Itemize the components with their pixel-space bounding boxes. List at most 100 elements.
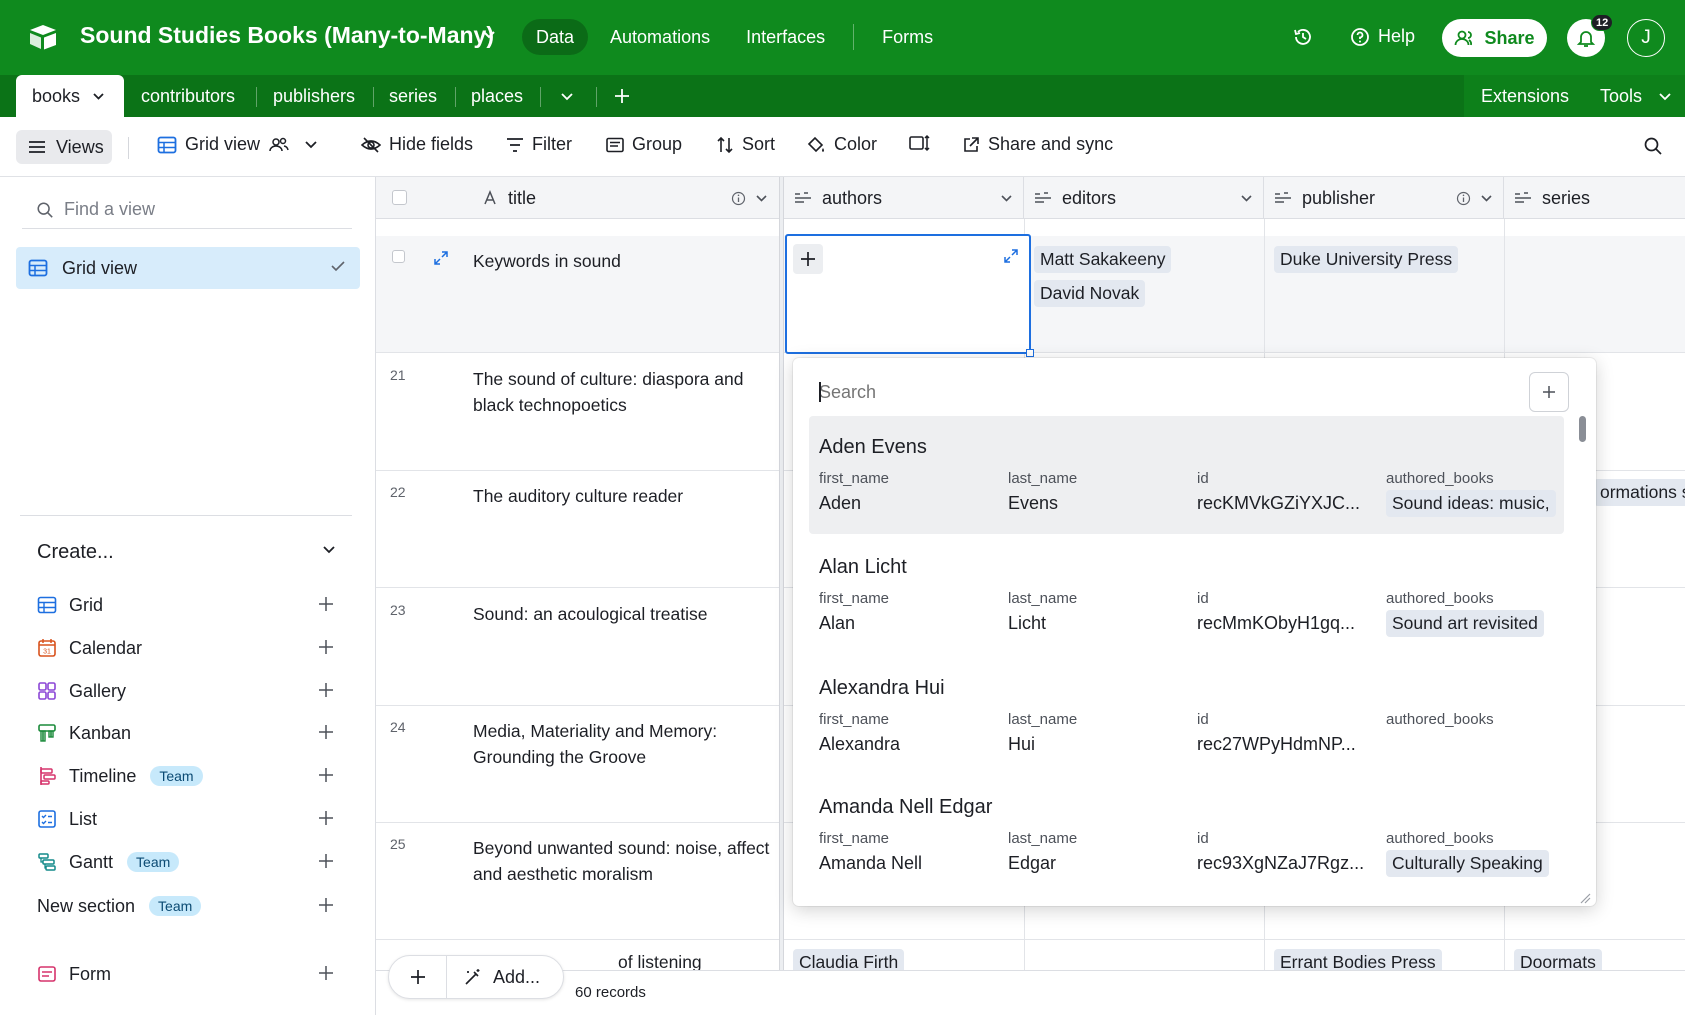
link-search-input[interactable] [819, 372, 1489, 412]
color-button[interactable]: Color [806, 134, 877, 155]
chevron-down-icon[interactable] [482, 30, 496, 40]
info-icon[interactable] [1456, 191, 1471, 206]
search-icon[interactable] [1643, 136, 1663, 156]
plus-icon[interactable] [317, 852, 335, 870]
extensions-button[interactable]: Extensions [1481, 86, 1569, 107]
create-calendar[interactable]: 31 Calendar [37, 633, 337, 663]
chevron-down-icon[interactable] [322, 545, 336, 554]
row-height-button[interactable] [909, 134, 931, 152]
row-title[interactable]: Sound: an acoulogical treatise [473, 601, 773, 627]
hide-fields-button[interactable]: Hide fields [361, 134, 473, 155]
select-all-checkbox[interactable] [392, 190, 407, 205]
help-button[interactable]: Help [1350, 26, 1415, 47]
create-kanban[interactable]: Kanban [37, 718, 337, 748]
chevron-down-icon[interactable] [1000, 194, 1013, 203]
row-title[interactable]: Beyond unwanted sound: noise, affect and… [473, 835, 773, 887]
share-button[interactable]: Share [1442, 19, 1547, 57]
create-grid[interactable]: Grid [37, 590, 337, 620]
linked-record-icon [795, 192, 811, 203]
field-value: Licht [1008, 613, 1047, 633]
plus-icon[interactable] [317, 681, 335, 699]
chevron-down-icon[interactable] [1240, 194, 1253, 203]
find-view-input[interactable]: Find a view [22, 191, 352, 229]
series-chip[interactable]: ormations s [1594, 479, 1685, 506]
create-new-section[interactable]: New section Team [37, 891, 337, 921]
record-option[interactable]: Alexandra Hui first_name last_name id au… [809, 657, 1564, 775]
create-form[interactable]: Form [37, 959, 337, 989]
nav-interfaces[interactable]: Interfaces [732, 19, 839, 55]
column-header-series[interactable]: series [1504, 177, 1685, 219]
tools-button[interactable]: Tools [1600, 86, 1642, 107]
plus-icon[interactable] [317, 809, 335, 827]
people-icon [1455, 30, 1473, 46]
create-section-title[interactable]: Create... [37, 541, 114, 564]
views-toggle-button[interactable]: Views [16, 130, 112, 164]
info-icon[interactable] [731, 191, 746, 206]
base-title[interactable]: Sound Studies Books (Many-to-Many) [80, 22, 494, 49]
row-title[interactable]: The sound of culture: diaspora and black… [473, 366, 773, 418]
plus-icon[interactable] [317, 766, 335, 784]
create-gantt[interactable]: Gantt Team [37, 847, 337, 877]
nav-forms[interactable]: Forms [868, 19, 947, 55]
tab-divider [540, 87, 541, 107]
create-list-label: List [69, 808, 98, 829]
view-switcher[interactable]: Grid view [157, 134, 318, 155]
column-header-authors[interactable]: authors [784, 177, 1024, 219]
tab-places[interactable]: places [471, 75, 523, 117]
expand-icon[interactable] [1003, 248, 1019, 264]
nav-automations[interactable]: Automations [596, 19, 724, 55]
plus-icon[interactable] [317, 723, 335, 741]
more-tables-chevron-icon[interactable] [560, 75, 574, 117]
tab-contributors[interactable]: contributors [141, 75, 235, 117]
fill-handle[interactable] [1026, 349, 1034, 357]
plus-icon[interactable] [317, 595, 335, 613]
chevron-down-icon[interactable] [1658, 92, 1672, 101]
chevron-down-icon[interactable] [755, 194, 768, 203]
plus-icon[interactable] [317, 896, 335, 914]
plus-icon[interactable] [317, 638, 335, 656]
sidebar-item-grid-view[interactable]: Grid view [16, 247, 360, 289]
selected-authors-cell[interactable] [785, 234, 1034, 357]
tab-publishers[interactable]: publishers [273, 75, 355, 117]
add-link-plus-icon[interactable] [793, 244, 823, 274]
row-title[interactable]: The auditory culture reader [473, 483, 773, 509]
plus-icon[interactable] [317, 964, 335, 982]
history-icon[interactable] [1292, 26, 1314, 48]
record-option[interactable]: Aden Evens first_name last_name id autho… [809, 416, 1564, 534]
editor-chip[interactable]: David Novak [1034, 280, 1146, 307]
tab-series[interactable]: series [389, 75, 437, 117]
field-label: id [1197, 470, 1209, 487]
sort-button[interactable]: Sort [716, 134, 775, 155]
chevron-down-icon[interactable] [92, 92, 105, 101]
add-table-plus-icon[interactable] [613, 75, 631, 117]
row-title[interactable]: Keywords in sound [473, 248, 773, 274]
tab-books[interactable]: books [16, 75, 124, 117]
resize-grip-icon[interactable] [1579, 892, 1591, 904]
create-timeline[interactable]: Timeline Team [37, 761, 337, 791]
group-button[interactable]: Group [606, 134, 682, 155]
create-list[interactable]: List [37, 804, 337, 834]
chevron-down-icon[interactable] [1480, 194, 1493, 203]
record-option[interactable]: Alan Licht first_name last_name id autho… [809, 536, 1564, 654]
column-header-editors[interactable]: editors [1024, 177, 1264, 219]
column-header-publisher[interactable]: publisher [1264, 177, 1504, 219]
record-option[interactable]: Amanda Nell Edgar first_name last_name i… [809, 776, 1564, 894]
expand-record-icon[interactable] [433, 250, 449, 266]
share-sync-button[interactable]: Share and sync [962, 134, 1113, 155]
publisher-chip[interactable]: Duke University Press [1274, 246, 1459, 273]
column-header-title[interactable]: title [472, 177, 779, 219]
frozen-column-divider[interactable] [779, 177, 784, 1015]
filter-button[interactable]: Filter [506, 134, 572, 155]
row-title[interactable]: Media, Materiality and Memory: Grounding… [473, 718, 773, 770]
airtable-logo-icon[interactable] [28, 22, 58, 52]
nav-data[interactable]: Data [522, 19, 589, 55]
create-new-record-button[interactable] [1529, 372, 1569, 412]
user-avatar[interactable]: J [1627, 19, 1665, 57]
editor-chip[interactable]: Matt Sakakeeny [1034, 246, 1172, 273]
row-checkbox[interactable] [392, 250, 405, 263]
popup-scrollbar[interactable] [1579, 416, 1586, 442]
add-record-plus-icon[interactable] [389, 955, 447, 999]
add-with-ai-button[interactable]: Add... [447, 967, 540, 988]
create-gallery[interactable]: Gallery [37, 676, 337, 706]
filter-label: Filter [532, 134, 572, 154]
